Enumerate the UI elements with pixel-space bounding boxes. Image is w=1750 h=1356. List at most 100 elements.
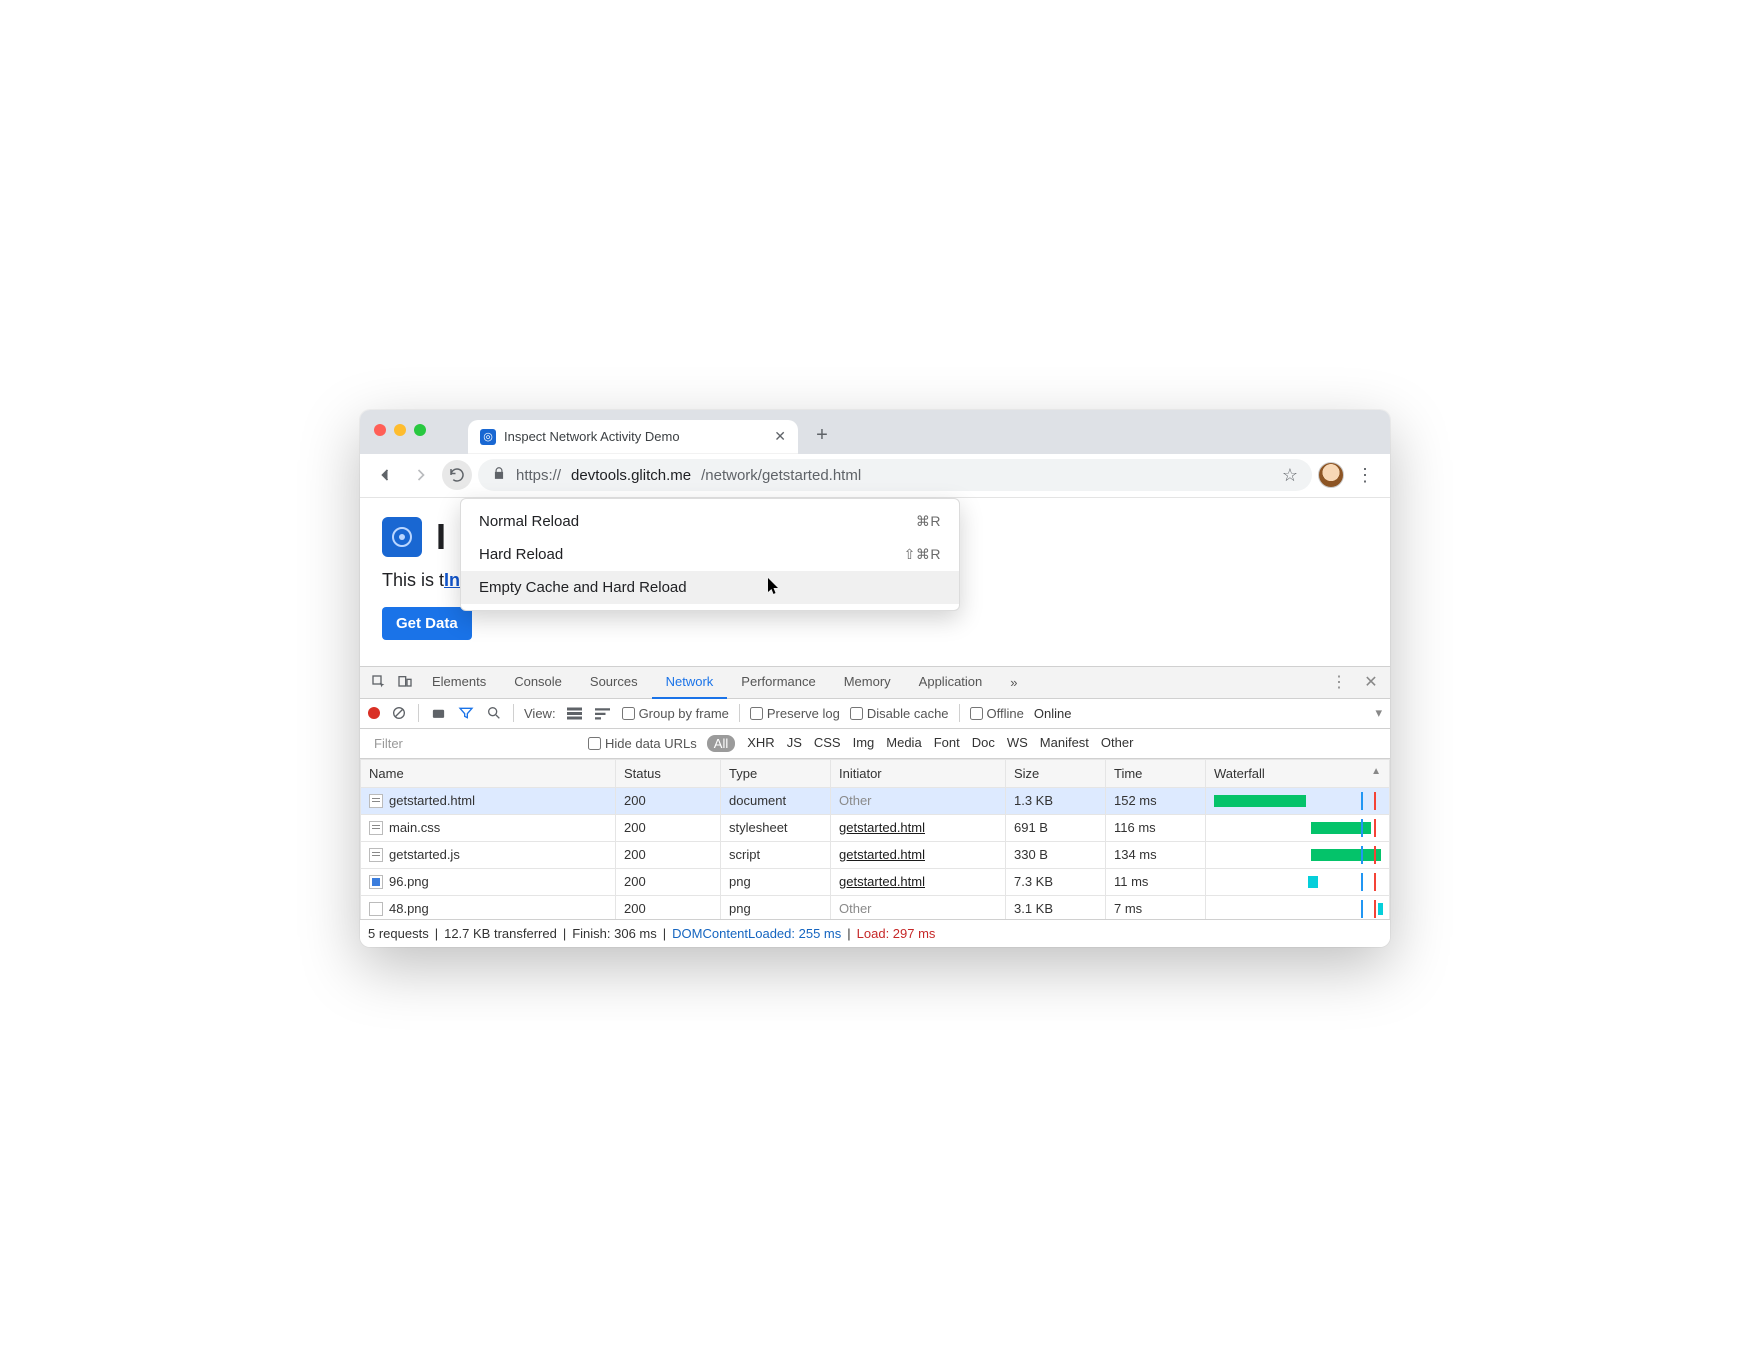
devtools-tab-application[interactable]: Application xyxy=(905,666,997,699)
cell-status: 200 xyxy=(616,814,721,841)
minimize-window-button[interactable] xyxy=(394,424,406,436)
bookmark-star-icon[interactable]: ☆ xyxy=(1282,465,1298,486)
overview-icon[interactable] xyxy=(594,704,612,722)
devtools-tab-console[interactable]: Console xyxy=(500,666,576,699)
search-icon[interactable] xyxy=(485,704,503,722)
network-row[interactable]: 96.png200pnggetstarted.html7.3 KB11 ms xyxy=(361,868,1390,895)
devtools-menu-button[interactable]: ⋮ xyxy=(1326,672,1352,692)
throttling-select[interactable]: Online xyxy=(1034,706,1072,721)
filter-type-js[interactable]: JS xyxy=(787,735,802,752)
cell-type: script xyxy=(721,841,831,868)
cell-waterfall xyxy=(1206,895,1390,919)
cell-status: 200 xyxy=(616,895,721,919)
column-type[interactable]: Type xyxy=(721,759,831,787)
preserve-log-checkbox[interactable]: Preserve log xyxy=(750,706,840,721)
network-toolbar: View: Group by frame Preserve log Disabl… xyxy=(360,699,1390,729)
cell-type: png xyxy=(721,868,831,895)
filter-type-img[interactable]: Img xyxy=(853,735,875,752)
cell-waterfall xyxy=(1206,787,1390,814)
clear-icon[interactable] xyxy=(390,704,408,722)
tab-strip: ◎ Inspect Network Activity Demo ✕ + xyxy=(360,410,1390,454)
cell-waterfall xyxy=(1206,841,1390,868)
devtools-tab-sources[interactable]: Sources xyxy=(576,666,652,699)
column-waterfall[interactable]: Waterfall xyxy=(1206,759,1390,787)
cell-status: 200 xyxy=(616,841,721,868)
column-time[interactable]: Time xyxy=(1106,759,1206,787)
filter-type-font[interactable]: Font xyxy=(934,735,960,752)
filter-type-manifest[interactable]: Manifest xyxy=(1040,735,1089,752)
devtools-close-button[interactable]: ✕ xyxy=(1358,672,1384,692)
cell-name: main.css xyxy=(361,814,616,841)
filter-type-media[interactable]: Media xyxy=(886,735,921,752)
group-by-frame-checkbox[interactable]: Group by frame xyxy=(622,706,729,721)
forward-button[interactable] xyxy=(406,460,436,490)
menu-label: Empty Cache and Hard Reload xyxy=(479,579,687,596)
column-size[interactable]: Size xyxy=(1006,759,1106,787)
device-toggle-icon[interactable] xyxy=(392,669,418,695)
back-button[interactable] xyxy=(370,460,400,490)
record-button[interactable] xyxy=(368,707,380,719)
cell-time: 134 ms xyxy=(1106,841,1206,868)
maximize-window-button[interactable] xyxy=(414,424,426,436)
tab-close-button[interactable]: ✕ xyxy=(774,428,786,445)
filter-type-ws[interactable]: WS xyxy=(1007,735,1028,752)
network-table: NameStatusTypeInitiatorSizeTimeWaterfall… xyxy=(360,759,1390,919)
address-bar[interactable]: https://devtools.glitch.me/network/getst… xyxy=(478,459,1312,491)
new-tab-button[interactable]: + xyxy=(808,422,836,450)
menu-empty-cache-hard-reload[interactable]: Empty Cache and Hard Reload xyxy=(461,571,959,604)
network-row[interactable]: getstarted.js200scriptgetstarted.html330… xyxy=(361,841,1390,868)
devtools-tab-elements[interactable]: Elements xyxy=(418,666,500,699)
url-host: devtools.glitch.me xyxy=(571,467,691,484)
offline-checkbox[interactable]: Offline xyxy=(970,706,1024,721)
column-status[interactable]: Status xyxy=(616,759,721,787)
large-rows-icon[interactable] xyxy=(566,704,584,722)
browser-tab[interactable]: ◎ Inspect Network Activity Demo ✕ xyxy=(468,420,798,454)
filter-icon[interactable] xyxy=(457,704,475,722)
status-transferred: 12.7 KB transferred xyxy=(444,926,557,941)
inspect-element-icon[interactable] xyxy=(366,669,392,695)
devtools-tab-network[interactable]: Network xyxy=(652,666,728,699)
cell-name: getstarted.html xyxy=(361,787,616,814)
cell-initiator: getstarted.html xyxy=(831,868,1006,895)
filter-type-doc[interactable]: Doc xyxy=(972,735,995,752)
column-initiator[interactable]: Initiator xyxy=(831,759,1006,787)
devtools-tab-memory[interactable]: Memory xyxy=(830,666,905,699)
capture-screenshot-icon[interactable] xyxy=(429,704,447,722)
status-domcontentloaded: DOMContentLoaded: 255 ms xyxy=(672,926,841,941)
close-window-button[interactable] xyxy=(374,424,386,436)
page-logo-icon xyxy=(382,517,422,557)
filter-type-all[interactable]: All xyxy=(707,735,735,752)
network-row[interactable]: getstarted.html200documentOther1.3 KB152… xyxy=(361,787,1390,814)
status-load: Load: 297 ms xyxy=(857,926,936,941)
cell-initiator: Other xyxy=(831,787,1006,814)
status-requests: 5 requests xyxy=(368,926,429,941)
filter-type-xhr[interactable]: XHR xyxy=(747,735,774,752)
reload-context-menu: Normal Reload ⌘R Hard Reload ⇧⌘R Empty C… xyxy=(460,498,960,611)
cell-initiator: getstarted.html xyxy=(831,841,1006,868)
devtools-tabs: ElementsConsoleSourcesNetworkPerformance… xyxy=(360,667,1390,699)
toolbar-dropdown-icon[interactable]: ▾ xyxy=(1375,705,1382,721)
column-name[interactable]: Name xyxy=(361,759,616,787)
filter-type-css[interactable]: CSS xyxy=(814,735,841,752)
browser-window: ◎ Inspect Network Activity Demo ✕ + http… xyxy=(360,410,1390,947)
network-row[interactable]: main.css200stylesheetgetstarted.html691 … xyxy=(361,814,1390,841)
menu-hard-reload[interactable]: Hard Reload ⇧⌘R xyxy=(461,538,959,571)
browser-menu-button[interactable]: ⋮ xyxy=(1350,465,1380,486)
cell-size: 1.3 KB xyxy=(1006,787,1106,814)
devtools-tab-more[interactable]: » xyxy=(996,667,1031,698)
cell-size: 330 B xyxy=(1006,841,1106,868)
menu-shortcut: ⇧⌘R xyxy=(904,546,941,563)
hide-data-urls-checkbox[interactable]: Hide data URLs xyxy=(588,736,697,751)
network-row[interactable]: 48.png200pngOther3.1 KB7 ms xyxy=(361,895,1390,919)
profile-avatar[interactable] xyxy=(1318,462,1344,488)
reload-button[interactable] xyxy=(442,460,472,490)
menu-normal-reload[interactable]: Normal Reload ⌘R xyxy=(461,505,959,538)
disable-cache-checkbox[interactable]: Disable cache xyxy=(850,706,949,721)
cell-type: png xyxy=(721,895,831,919)
filter-type-other[interactable]: Other xyxy=(1101,735,1134,752)
devtools-tab-performance[interactable]: Performance xyxy=(727,666,829,699)
filter-input[interactable]: Filter xyxy=(368,734,578,753)
cell-name: 96.png xyxy=(361,868,616,895)
get-data-button[interactable]: Get Data xyxy=(382,607,472,640)
cell-type: document xyxy=(721,787,831,814)
